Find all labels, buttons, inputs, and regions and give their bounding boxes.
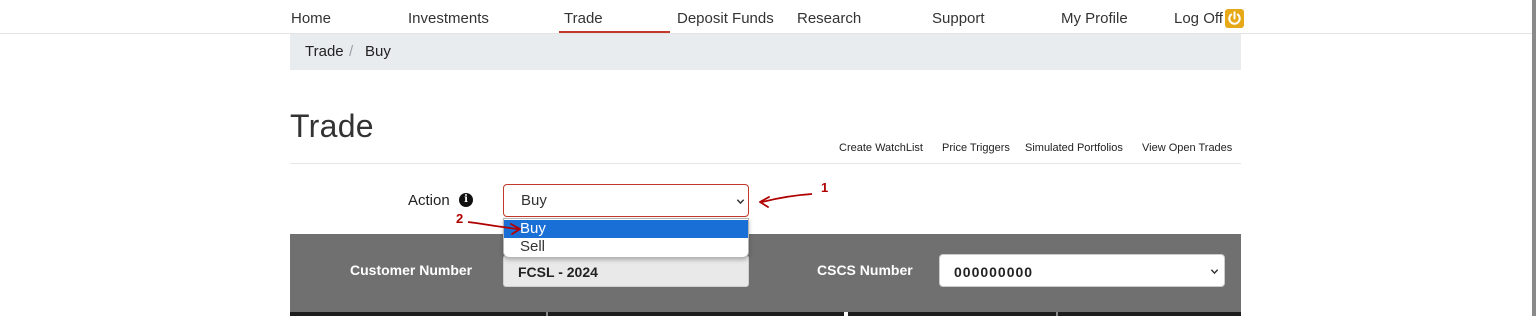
table-column-divider bbox=[1056, 312, 1058, 316]
window-scrollbar[interactable] bbox=[1532, 0, 1536, 316]
breadcrumb-trade[interactable]: Trade bbox=[305, 43, 344, 60]
power-icon[interactable] bbox=[1225, 9, 1244, 28]
view-open-trades-link[interactable]: View Open Trades bbox=[1142, 142, 1232, 154]
customer-number-label: Customer Number bbox=[350, 262, 473, 278]
action-select[interactable]: Buy bbox=[503, 184, 749, 217]
table-column-divider bbox=[546, 312, 548, 316]
chevron-down-icon bbox=[1210, 269, 1219, 275]
action-label: Action bbox=[408, 192, 450, 209]
action-select-value: Buy bbox=[521, 192, 547, 209]
chevron-down-icon bbox=[736, 199, 745, 205]
customer-number-value: FCSL - 2024 bbox=[518, 264, 598, 280]
nav-my-profile[interactable]: My Profile bbox=[1061, 10, 1128, 27]
table-header-strip bbox=[290, 312, 1241, 316]
simulated-portfolios-link[interactable]: Simulated Portfolios bbox=[1025, 142, 1123, 154]
nav-home[interactable]: Home bbox=[291, 10, 331, 27]
annotation-arrow-1 bbox=[759, 193, 813, 208]
nav-support[interactable]: Support bbox=[932, 10, 985, 27]
action-dropdown-list: Buy Sell bbox=[503, 218, 749, 258]
nav-log-off[interactable]: Log Off bbox=[1174, 10, 1223, 27]
breadcrumb-separator: / bbox=[349, 43, 354, 60]
page-title: Trade bbox=[290, 108, 374, 144]
nav-investments[interactable]: Investments bbox=[408, 10, 489, 27]
nav-deposit-funds[interactable]: Deposit Funds bbox=[677, 10, 774, 27]
create-watchlist-link[interactable]: Create WatchList bbox=[839, 142, 923, 154]
title-divider bbox=[290, 163, 1241, 164]
customer-number-field: FCSL - 2024 bbox=[503, 255, 749, 287]
info-icon[interactable]: i bbox=[459, 193, 473, 207]
breadcrumb: Trade / Buy bbox=[290, 34, 1241, 70]
cscs-number-select[interactable]: 000000000 bbox=[939, 254, 1225, 287]
action-option-buy[interactable]: Buy bbox=[504, 220, 748, 238]
action-option-sell[interactable]: Sell bbox=[504, 238, 748, 256]
nav-active-indicator bbox=[559, 31, 670, 33]
table-column-divider bbox=[844, 312, 848, 316]
price-triggers-link[interactable]: Price Triggers bbox=[942, 142, 1010, 154]
cscs-number-value: 000000000 bbox=[954, 264, 1034, 280]
nav-research[interactable]: Research bbox=[797, 10, 861, 27]
breadcrumb-buy: Buy bbox=[365, 43, 391, 60]
annotation-number-2: 2 bbox=[456, 211, 464, 226]
cscs-number-label: CSCS Number bbox=[817, 262, 913, 278]
annotation-number-1: 1 bbox=[821, 180, 829, 195]
annotation-arrow-2 bbox=[467, 221, 521, 235]
nav-trade[interactable]: Trade bbox=[564, 10, 603, 27]
